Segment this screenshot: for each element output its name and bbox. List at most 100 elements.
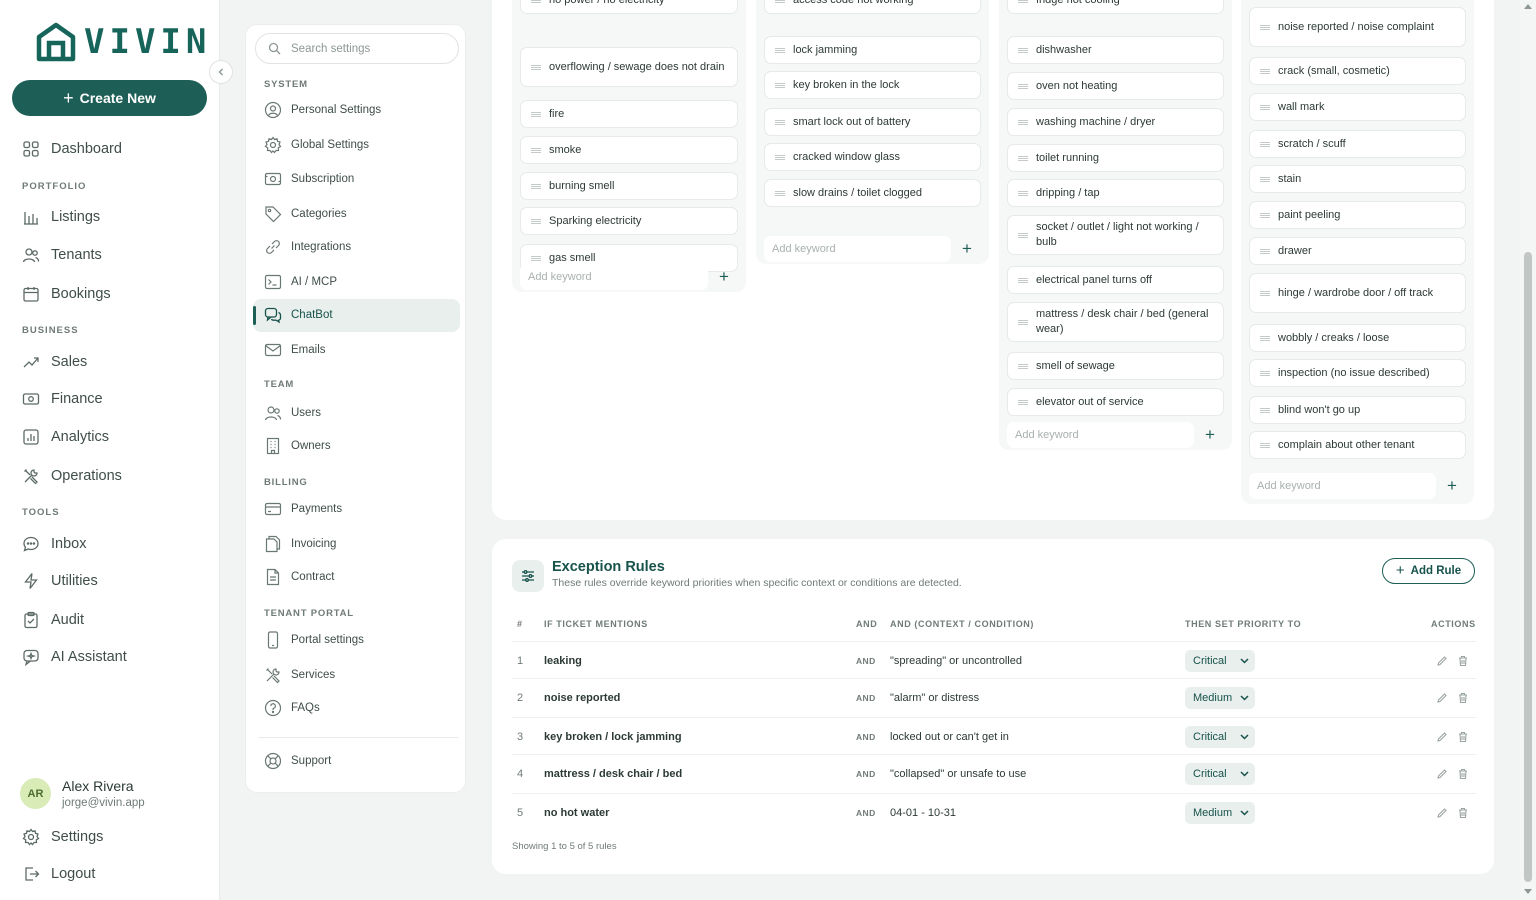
priority-select[interactable]: Critical <box>1185 726 1255 748</box>
keyword-chip[interactable]: elevator out of service <box>1007 388 1224 416</box>
edit-pencil-icon[interactable] <box>1436 692 1448 704</box>
edit-pencil-icon[interactable] <box>1436 731 1448 743</box>
drag-handle-icon[interactable] <box>775 191 785 196</box>
drag-handle-icon[interactable] <box>1018 278 1028 283</box>
delete-trash-icon[interactable] <box>1457 692 1469 704</box>
nav-inbox[interactable]: Inbox <box>22 533 86 555</box>
settings-item-support[interactable]: Support <box>264 751 331 771</box>
settings-item-chatbot[interactable]: ChatBot <box>264 305 333 325</box>
scroll-up-arrow[interactable] <box>1524 4 1532 9</box>
drag-handle-icon[interactable] <box>531 65 541 70</box>
keyword-chip[interactable]: washing machine / dryer <box>1007 108 1224 136</box>
keyword-chip[interactable]: socket / outlet / light not working / bu… <box>1007 215 1224 255</box>
drag-handle-icon[interactable] <box>1260 105 1270 110</box>
keyword-chip[interactable]: wobbly / creaks / loose <box>1249 324 1466 352</box>
keyword-chip[interactable]: drawer <box>1249 237 1466 265</box>
scroll-down-arrow[interactable] <box>1524 889 1532 894</box>
search-settings-input[interactable]: Search settings <box>255 33 459 64</box>
settings-item-portal[interactable]: Portal settings <box>264 630 364 650</box>
keyword-chip[interactable]: smoke <box>520 136 738 164</box>
drag-handle-icon[interactable] <box>1018 120 1028 125</box>
keyword-chip[interactable]: stain <box>1249 165 1466 193</box>
delete-trash-icon[interactable] <box>1457 768 1469 780</box>
settings-item-contract[interactable]: Contract <box>264 567 334 587</box>
add-keyword-input[interactable]: Add keyword <box>764 236 951 262</box>
drag-handle-icon[interactable] <box>775 83 785 88</box>
nav-logout[interactable]: Logout <box>22 863 95 885</box>
drag-handle-icon[interactable] <box>775 120 785 125</box>
keyword-chip[interactable]: complain about other tenant <box>1249 431 1466 459</box>
drag-handle-icon[interactable] <box>775 155 785 160</box>
collapse-sidebar-button[interactable] <box>209 60 233 84</box>
add-keyword-plus-icon[interactable]: + <box>962 240 972 257</box>
drag-handle-icon[interactable] <box>1018 191 1028 196</box>
add-keyword-plus-icon[interactable]: + <box>1447 477 1457 494</box>
keyword-chip[interactable]: slow drains / toilet clogged <box>764 179 981 207</box>
drag-handle-icon[interactable] <box>1260 371 1270 376</box>
drag-handle-icon[interactable] <box>1018 84 1028 89</box>
keyword-chip[interactable]: lock jamming <box>764 36 981 64</box>
drag-handle-icon[interactable] <box>531 148 541 153</box>
create-new-button[interactable]: + Create New <box>12 80 207 116</box>
drag-handle-icon[interactable] <box>1018 320 1028 325</box>
keyword-chip[interactable]: hinge / wardrobe door / off track <box>1249 273 1466 313</box>
keyword-chip[interactable]: dripping / tap <box>1007 179 1224 207</box>
settings-item-invoicing[interactable]: Invoicing <box>264 534 336 554</box>
settings-item-global[interactable]: Global Settings <box>264 135 369 155</box>
nav-tenants[interactable]: Tenants <box>22 244 102 266</box>
drag-handle-icon[interactable] <box>1260 249 1270 254</box>
keyword-chip[interactable]: crack (small, cosmetic) <box>1249 57 1466 85</box>
drag-handle-icon[interactable] <box>531 0 541 3</box>
priority-select[interactable]: Critical <box>1185 650 1255 672</box>
drag-handle-icon[interactable] <box>1260 443 1270 448</box>
drag-handle-icon[interactable] <box>1260 142 1270 147</box>
keyword-chip[interactable]: smell of sewage <box>1007 352 1224 380</box>
nav-analytics[interactable]: Analytics <box>22 426 109 448</box>
nav-dashboard[interactable]: Dashboard <box>22 138 122 160</box>
keyword-chip[interactable]: Sparking electricity <box>520 207 738 235</box>
settings-item-personal[interactable]: Personal Settings <box>264 100 381 120</box>
user-profile[interactable]: AR Alex Rivera jorge@vivin.app <box>20 778 145 809</box>
add-keyword-input[interactable]: Add keyword <box>1249 473 1436 499</box>
nav-sales[interactable]: Sales <box>22 351 87 373</box>
delete-trash-icon[interactable] <box>1457 731 1469 743</box>
settings-item-faqs[interactable]: FAQs <box>264 698 320 718</box>
keyword-chip[interactable]: oven not heating <box>1007 72 1224 100</box>
drag-handle-icon[interactable] <box>1018 48 1028 53</box>
delete-trash-icon[interactable] <box>1457 655 1469 667</box>
nav-settings[interactable]: Settings <box>22 826 103 848</box>
keyword-chip[interactable]: electrical panel turns off <box>1007 266 1224 294</box>
keyword-chip[interactable]: paint peeling <box>1249 201 1466 229</box>
priority-select[interactable]: Medium <box>1185 687 1255 709</box>
drag-handle-icon[interactable] <box>1260 336 1270 341</box>
keyword-chip[interactable]: burning smell <box>520 172 738 200</box>
nav-finance[interactable]: Finance <box>22 388 103 410</box>
drag-handle-icon[interactable] <box>1260 177 1270 182</box>
add-keyword-input[interactable]: Add keyword <box>1007 422 1194 448</box>
drag-handle-icon[interactable] <box>1260 25 1270 30</box>
keyword-chip[interactable]: wall mark <box>1249 93 1466 121</box>
add-keyword-input[interactable]: Add keyword <box>520 264 708 290</box>
settings-item-payments[interactable]: Payments <box>264 499 342 519</box>
settings-item-categories[interactable]: Categories <box>264 204 347 224</box>
nav-ai-assistant[interactable]: AI Assistant <box>22 646 127 668</box>
keyword-chip[interactable]: smart lock out of battery <box>764 108 981 136</box>
keyword-chip[interactable]: fridge not cooling <box>1007 0 1224 14</box>
keyword-chip[interactable]: blind won't go up <box>1249 396 1466 424</box>
drag-handle-icon[interactable] <box>1018 364 1028 369</box>
logo[interactable]: VIVIN <box>36 22 211 62</box>
drag-handle-icon[interactable] <box>1018 400 1028 405</box>
nav-audit[interactable]: Audit <box>22 609 84 631</box>
keyword-chip[interactable]: noise reported / noise complaint <box>1249 7 1466 47</box>
add-rule-button[interactable]: + Add Rule <box>1382 558 1475 584</box>
keyword-chip[interactable]: inspection (no issue described) <box>1249 359 1466 387</box>
settings-item-ai-mcp[interactable]: AI / MCP <box>264 272 337 292</box>
drag-handle-icon[interactable] <box>1018 0 1028 3</box>
settings-item-emails[interactable]: Emails <box>264 340 326 360</box>
edit-pencil-icon[interactable] <box>1436 807 1448 819</box>
settings-item-owners[interactable]: Owners <box>264 436 331 456</box>
drag-handle-icon[interactable] <box>1260 291 1270 296</box>
add-keyword-plus-icon[interactable]: + <box>719 268 729 285</box>
drag-handle-icon[interactable] <box>1260 408 1270 413</box>
keyword-chip[interactable]: overflowing / sewage does not drain <box>520 47 738 87</box>
